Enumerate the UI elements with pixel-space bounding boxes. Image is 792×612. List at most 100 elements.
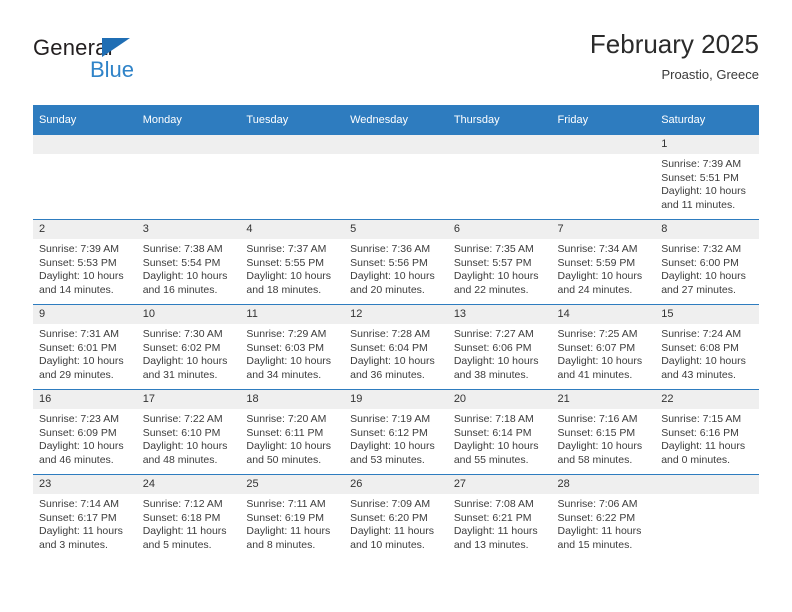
day-cell — [136, 135, 241, 219]
day-cell — [447, 135, 552, 219]
calendar-cell-day[interactable]: 9 Sunrise: 7:31 AM Sunset: 6:01 PM Daylight… — [33, 304, 137, 390]
calendar-cell-day[interactable]: 4 Sunrise: 7:37 AM Sunset: 5:55 PM Daylight… — [240, 219, 345, 305]
sunrise-text: Sunrise: 7:15 AM — [661, 413, 742, 425]
day-details: Sunrise: 7:08 AM Sunset: 6:21 PM Daylight:… — [448, 494, 552, 552]
general-blue-logo[interactable]: General Blue — [33, 36, 233, 94]
calendar-cell-day[interactable]: 24 Sunrise: 7:12 AM Sunset: 6:18 PM Dayligh… — [136, 474, 241, 559]
daylight-text-line2: and 5 minutes. — [142, 538, 212, 551]
calendar-cell-day[interactable]: 12 Sunrise: 7:28 AM Sunset: 6:04 PM Dayligh… — [344, 304, 448, 390]
calendar-week-row: 1 Sunrise: 7:39 AM Sunset: 5:51 PM Daylight… — [33, 134, 759, 220]
sunset-text: Sunset: 6:14 PM — [453, 426, 532, 439]
daylight-text-line1: Daylight: 10 hours — [39, 270, 124, 282]
sunset-text: Sunset: 5:55 PM — [246, 256, 325, 269]
calendar-cell-day[interactable]: 21 Sunrise: 7:16 AM Sunset: 6:15 PM Dayligh… — [551, 389, 656, 475]
sunset-text: Sunset: 6:08 PM — [661, 341, 739, 354]
calendar-cell-empty — [551, 134, 656, 220]
day-details: Sunrise: 7:23 AM Sunset: 6:09 PM Daylight:… — [33, 409, 137, 467]
day-cell: 5 Sunrise: 7:36 AM Sunset: 5:56 PM Daylight… — [344, 220, 448, 304]
day-details: Sunrise: 7:31 AM Sunset: 6:01 PM Daylight:… — [33, 324, 137, 382]
day-cell: 1 Sunrise: 7:39 AM Sunset: 5:51 PM Daylight… — [655, 135, 759, 219]
calendar-week-row: 23 Sunrise: 7:14 AM Sunset: 6:17 PM Dayligh… — [33, 474, 759, 559]
calendar-cell-day[interactable]: 14 Sunrise: 7:25 AM Sunset: 6:07 PM Dayligh… — [551, 304, 656, 390]
calendar-cell-day[interactable]: 2 Sunrise: 7:39 AM Sunset: 5:53 PM Daylight… — [33, 219, 137, 305]
day-cell: 10 Sunrise: 7:30 AM Sunset: 6:02 PM Dayligh… — [136, 305, 241, 389]
sunset-text: Sunset: 5:51 PM — [661, 171, 739, 184]
calendar-cell-day[interactable]: 19 Sunrise: 7:19 AM Sunset: 6:12 PM Dayligh… — [344, 389, 448, 475]
calendar-cell-day[interactable]: 27 Sunrise: 7:08 AM Sunset: 6:21 PM Dayligh… — [447, 474, 552, 559]
calendar-cell-day[interactable]: 17 Sunrise: 7:22 AM Sunset: 6:10 PM Dayligh… — [136, 389, 241, 475]
day-cell: 27 Sunrise: 7:08 AM Sunset: 6:21 PM Dayligh… — [447, 475, 552, 559]
calendar-cell-day[interactable]: 23 Sunrise: 7:14 AM Sunset: 6:17 PM Dayligh… — [33, 474, 137, 559]
sunrise-text: Sunrise: 7:27 AM — [453, 328, 534, 340]
day-cell — [551, 135, 656, 219]
day-cell — [344, 135, 448, 219]
sunrise-text: Sunrise: 7:39 AM — [39, 243, 119, 255]
weekday-header-friday: Friday — [551, 105, 656, 135]
sunrise-text: Sunrise: 7:34 AM — [557, 243, 638, 255]
day-number: 23 — [33, 475, 137, 494]
day-number: 21 — [551, 390, 656, 409]
calendar-body: 1 Sunrise: 7:39 AM Sunset: 5:51 PM Daylight… — [33, 134, 759, 559]
sunrise-text: Sunrise: 7:24 AM — [661, 328, 742, 340]
daylight-text-line2: and 10 minutes. — [350, 538, 425, 551]
calendar-cell-day[interactable]: 28 Sunrise: 7:06 AM Sunset: 6:22 PM Dayligh… — [551, 474, 656, 559]
day-cell: 11 Sunrise: 7:29 AM Sunset: 6:03 PM Dayligh… — [240, 305, 345, 389]
day-number: 3 — [136, 220, 241, 239]
sunset-text: Sunset: 6:22 PM — [557, 511, 636, 524]
day-cell: 15 Sunrise: 7:24 AM Sunset: 6:08 PM Dayligh… — [655, 305, 759, 389]
sunrise-text: Sunrise: 7:37 AM — [246, 243, 327, 255]
day-number: 27 — [447, 475, 552, 494]
calendar-cell-day[interactable]: 1 Sunrise: 7:39 AM Sunset: 5:51 PM Daylight… — [655, 134, 759, 220]
sunset-text: Sunset: 6:09 PM — [39, 426, 117, 439]
calendar-cell-day[interactable]: 18 Sunrise: 7:20 AM Sunset: 6:11 PM Dayligh… — [240, 389, 345, 475]
day-cell: 23 Sunrise: 7:14 AM Sunset: 6:17 PM Dayligh… — [33, 475, 137, 559]
calendar-cell-day[interactable]: 5 Sunrise: 7:36 AM Sunset: 5:56 PM Daylight… — [344, 219, 448, 305]
calendar-cell-day[interactable]: 26 Sunrise: 7:09 AM Sunset: 6:20 PM Dayligh… — [344, 474, 448, 559]
sunrise-text: Sunrise: 7:31 AM — [39, 328, 119, 340]
daylight-text-line2: and 24 minutes. — [557, 283, 633, 296]
day-cell: 16 Sunrise: 7:23 AM Sunset: 6:09 PM Dayligh… — [33, 390, 137, 474]
calendar-cell-day[interactable]: 7 Sunrise: 7:34 AM Sunset: 5:59 PM Daylight… — [551, 219, 656, 305]
day-number — [551, 135, 656, 154]
sunrise-text: Sunrise: 7:18 AM — [453, 413, 534, 425]
sunrise-text: Sunrise: 7:30 AM — [142, 328, 223, 340]
day-number: 2 — [33, 220, 137, 239]
day-number: 24 — [136, 475, 241, 494]
daylight-text-line1: Daylight: 10 hours — [661, 355, 746, 367]
daylight-text-line2: and 14 minutes. — [39, 283, 114, 296]
calendar-cell-day[interactable]: 6 Sunrise: 7:35 AM Sunset: 5:57 PM Daylight… — [447, 219, 552, 305]
day-details: Sunrise: 7:15 AM Sunset: 6:16 PM Daylight:… — [655, 409, 759, 467]
sunrise-text: Sunrise: 7:20 AM — [246, 413, 327, 425]
daylight-text-line1: Daylight: 11 hours — [39, 525, 123, 537]
calendar-cell-day[interactable]: 15 Sunrise: 7:24 AM Sunset: 6:08 PM Dayligh… — [655, 304, 759, 390]
calendar-cell-day[interactable]: 13 Sunrise: 7:27 AM Sunset: 6:06 PM Dayligh… — [447, 304, 552, 390]
day-number: 16 — [33, 390, 137, 409]
sunrise-text: Sunrise: 7:35 AM — [453, 243, 534, 255]
daylight-text-line2: and 41 minutes. — [557, 368, 633, 381]
sunrise-text: Sunrise: 7:28 AM — [350, 328, 431, 340]
sunrise-text: Sunrise: 7:39 AM — [661, 158, 742, 170]
daylight-text-line2: and 38 minutes. — [453, 368, 529, 381]
day-number: 26 — [344, 475, 448, 494]
daylight-text-line2: and 11 minutes. — [661, 198, 736, 211]
calendar-cell-day[interactable]: 11 Sunrise: 7:29 AM Sunset: 6:03 PM Dayligh… — [240, 304, 345, 390]
weekday-header-saturday: Saturday — [655, 105, 759, 135]
calendar-cell-day[interactable]: 25 Sunrise: 7:11 AM Sunset: 6:19 PM Dayligh… — [240, 474, 345, 559]
sunset-text: Sunset: 6:10 PM — [142, 426, 221, 439]
calendar-cell-day[interactable]: 22 Sunrise: 7:15 AM Sunset: 6:16 PM Dayligh… — [655, 389, 759, 475]
calendar-cell-day[interactable]: 20 Sunrise: 7:18 AM Sunset: 6:14 PM Dayligh… — [447, 389, 552, 475]
calendar-cell-empty — [136, 134, 241, 220]
daylight-text-line2: and 29 minutes. — [39, 368, 114, 381]
calendar-cell-day[interactable]: 8 Sunrise: 7:32 AM Sunset: 6:00 PM Daylight… — [655, 219, 759, 305]
day-number: 28 — [551, 475, 656, 494]
calendar-cell-day[interactable]: 16 Sunrise: 7:23 AM Sunset: 6:09 PM Dayligh… — [33, 389, 137, 475]
day-number: 18 — [240, 390, 345, 409]
daylight-text-line1: Daylight: 10 hours — [453, 440, 539, 452]
sunset-text: Sunset: 6:02 PM — [142, 341, 221, 354]
daylight-text-line1: Daylight: 10 hours — [246, 355, 332, 367]
calendar-cell-day[interactable]: 3 Sunrise: 7:38 AM Sunset: 5:54 PM Daylight… — [136, 219, 241, 305]
calendar-cell-day[interactable]: 10 Sunrise: 7:30 AM Sunset: 6:02 PM Dayligh… — [136, 304, 241, 390]
day-cell: 12 Sunrise: 7:28 AM Sunset: 6:04 PM Dayligh… — [344, 305, 448, 389]
page-header: General Blue February 2025 Proastio, Gre… — [33, 28, 759, 100]
daylight-text-line1: Daylight: 10 hours — [453, 355, 539, 367]
